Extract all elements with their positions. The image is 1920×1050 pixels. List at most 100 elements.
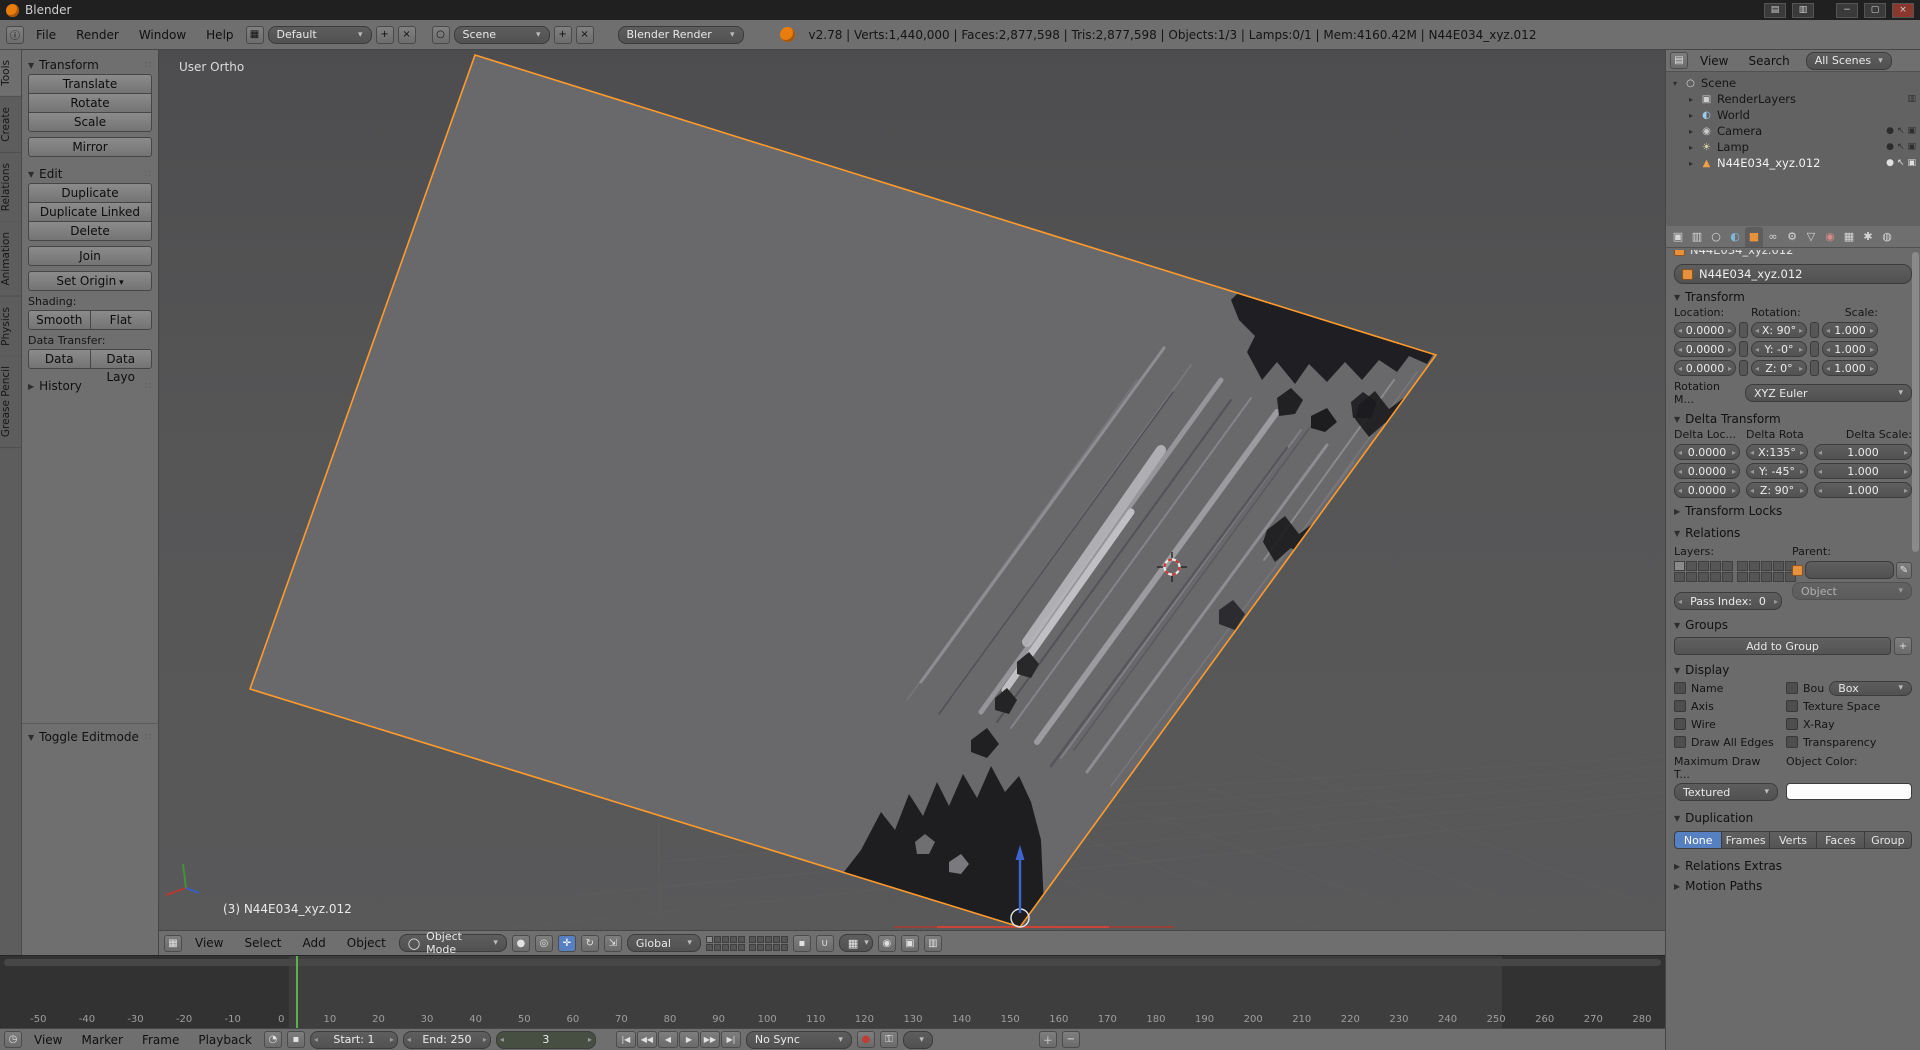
data-transfer-layout-button[interactable]: Data Layo bbox=[90, 349, 153, 369]
selectability-icon[interactable]: ↖ bbox=[1897, 158, 1905, 168]
insert-keyframe-icon[interactable]: ＋ bbox=[1039, 1031, 1057, 1048]
pivot-center-icon[interactable]: ◎ bbox=[535, 935, 553, 952]
current-frame-cursor[interactable] bbox=[296, 956, 298, 1028]
menu-render[interactable]: Render bbox=[68, 26, 127, 44]
scale-x-field[interactable]: 1.000 bbox=[1822, 322, 1878, 338]
current-frame-field[interactable]: 3 bbox=[496, 1031, 596, 1049]
tab-modifiers[interactable]: ⚙ bbox=[1783, 227, 1801, 247]
relations-panel-header[interactable]: Relations bbox=[1674, 524, 1912, 542]
expand-icon[interactable]: ▸ bbox=[1686, 143, 1696, 152]
delta-location-x-field[interactable]: 0.0000 bbox=[1674, 444, 1740, 460]
add-group-plus-icon[interactable]: + bbox=[1894, 637, 1912, 655]
tab-particles[interactable]: ✱ bbox=[1859, 227, 1877, 247]
menu-file[interactable]: File bbox=[28, 26, 64, 44]
duplication-verts-button[interactable]: Verts bbox=[1769, 831, 1817, 849]
tab-world[interactable]: ◐ bbox=[1726, 227, 1744, 247]
use-preview-range-icon[interactable]: ◔ bbox=[264, 1031, 282, 1048]
viewport-menu-select[interactable]: Select bbox=[236, 934, 289, 952]
tab-texture[interactable]: ▦ bbox=[1840, 227, 1858, 247]
outliner-item-camera[interactable]: ▸ ◉ Camera ●↖▣ bbox=[1670, 123, 1916, 139]
next-keyframe-button[interactable]: ▶▶ bbox=[700, 1031, 720, 1048]
tab-grease-pencil[interactable]: Grease Pencil bbox=[0, 356, 21, 448]
layers-group-1[interactable] bbox=[1674, 561, 1733, 582]
viewport-editor-icon[interactable]: ▦ bbox=[164, 935, 182, 952]
render-opengl-anim-icon[interactable]: ▥ bbox=[924, 935, 942, 952]
shade-flat-button[interactable]: Flat bbox=[90, 310, 153, 330]
render-engine-selector[interactable]: Blender Render bbox=[618, 26, 744, 44]
eyedropper-icon[interactable]: ✎ bbox=[1896, 562, 1912, 579]
layers-group-2[interactable] bbox=[749, 936, 788, 951]
timeline-menu-frame[interactable]: Frame bbox=[135, 1032, 186, 1048]
mode-selector[interactable]: ◯Object Mode bbox=[399, 934, 507, 952]
delete-keyframe-icon[interactable]: − bbox=[1062, 1031, 1080, 1048]
screen-layout-browse-icon[interactable]: ▦ bbox=[246, 26, 264, 44]
duplication-group-button[interactable]: Group bbox=[1864, 831, 1912, 849]
join-button[interactable]: Join bbox=[28, 246, 152, 266]
selectability-icon[interactable]: ↖ bbox=[1897, 126, 1905, 136]
delta-location-y-field[interactable]: 0.0000 bbox=[1674, 463, 1740, 479]
tab-object-data[interactable]: ▽ bbox=[1802, 227, 1820, 247]
rotation-z-field[interactable]: Z: 0° bbox=[1751, 360, 1807, 376]
panel-grip-icon[interactable]: ∷ bbox=[145, 60, 152, 71]
scale-z-field[interactable]: 1.000 bbox=[1822, 360, 1878, 376]
outliner-menu-search[interactable]: Search bbox=[1740, 52, 1797, 70]
frame-end-field[interactable]: End: 250 bbox=[403, 1031, 491, 1049]
lock-location-x-button[interactable] bbox=[1739, 322, 1748, 338]
workspace-icon-2[interactable]: ▥ bbox=[1792, 3, 1814, 18]
previous-keyframe-button[interactable]: ◀◀ bbox=[637, 1031, 657, 1048]
lock-location-z-button[interactable] bbox=[1739, 360, 1748, 376]
expand-icon[interactable]: ▾ bbox=[1670, 79, 1680, 88]
remove-scene-icon[interactable]: × bbox=[576, 26, 594, 44]
relations-extras-panel-header[interactable]: Relations Extras bbox=[1674, 857, 1912, 875]
play-button[interactable]: ▶ bbox=[679, 1031, 699, 1048]
snap-magnet-icon[interactable]: ∪ bbox=[816, 935, 834, 952]
shade-smooth-button[interactable]: Smooth bbox=[28, 310, 91, 330]
expand-icon[interactable]: ▸ bbox=[1686, 95, 1696, 104]
translate-button[interactable]: Translate bbox=[28, 74, 152, 94]
maximize-button[interactable]: ▢ bbox=[1864, 3, 1886, 18]
delta-scale-z-field[interactable]: 1.000 bbox=[1814, 482, 1912, 498]
expand-icon[interactable]: ▸ bbox=[1686, 111, 1696, 120]
workspace-icon[interactable]: ▤ bbox=[1764, 3, 1786, 18]
outliner-menu-view[interactable]: View bbox=[1692, 52, 1736, 70]
tab-relations[interactable]: Relations bbox=[0, 153, 21, 222]
close-button[interactable]: × bbox=[1892, 3, 1914, 18]
scale-button[interactable]: Scale bbox=[28, 112, 152, 132]
delete-button[interactable]: Delete bbox=[28, 221, 152, 241]
panel-grip-icon[interactable]: ∷ bbox=[145, 732, 152, 743]
tab-constraints[interactable]: ∞ bbox=[1764, 227, 1782, 247]
toggle-editmode-header[interactable]: Toggle Editmode∷ bbox=[28, 728, 152, 746]
outliner-display-mode[interactable]: All Scenes bbox=[1806, 52, 1892, 70]
remove-layout-icon[interactable]: × bbox=[398, 26, 416, 44]
renderability-icon[interactable]: ▣ bbox=[1907, 158, 1916, 168]
minimize-button[interactable]: − bbox=[1836, 3, 1858, 18]
duplication-faces-button[interactable]: Faces bbox=[1816, 831, 1864, 849]
screen-layout-selector[interactable]: Default bbox=[268, 26, 372, 44]
lock-time-icon[interactable]: ▪ bbox=[287, 1031, 305, 1048]
parent-type-selector[interactable]: Object bbox=[1792, 582, 1912, 600]
lock-location-y-button[interactable] bbox=[1739, 341, 1748, 357]
mirror-button[interactable]: Mirror bbox=[28, 137, 152, 157]
display-name-check[interactable]: Name bbox=[1674, 679, 1778, 697]
expand-icon[interactable]: ▸ bbox=[1686, 159, 1696, 168]
timeline-menu-view[interactable]: View bbox=[27, 1032, 69, 1048]
keying-set-selector[interactable] bbox=[903, 1031, 933, 1049]
bounds-type-selector[interactable]: Box bbox=[1829, 681, 1912, 696]
scene-browse-icon[interactable]: ○ bbox=[432, 26, 450, 44]
timeline-menu-playback[interactable]: Playback bbox=[191, 1032, 259, 1048]
display-draw-all-edges-check[interactable]: Draw All Edges bbox=[1674, 733, 1778, 751]
visibility-icon[interactable]: ● bbox=[1886, 142, 1894, 152]
set-origin-menu[interactable]: Set Origin bbox=[28, 271, 152, 291]
properties-scrollbar[interactable] bbox=[1912, 252, 1919, 552]
lock-camera-icon[interactable]: ▪ bbox=[793, 935, 811, 952]
duplicate-button[interactable]: Duplicate bbox=[28, 183, 152, 203]
lock-rotation-y-button[interactable] bbox=[1810, 341, 1819, 357]
info-editor-icon[interactable]: ⓘ bbox=[6, 26, 24, 44]
pass-index-field[interactable]: Pass Index: 0 bbox=[1674, 592, 1782, 610]
selectability-icon[interactable]: ↖ bbox=[1897, 142, 1905, 152]
expand-icon[interactable]: ▸ bbox=[1686, 127, 1696, 136]
menu-help[interactable]: Help bbox=[198, 26, 241, 44]
viewport-menu-view[interactable]: View bbox=[187, 934, 231, 952]
render-opengl-icon[interactable]: ▣ bbox=[901, 935, 919, 952]
delta-rotation-y-field[interactable]: Y: -45° bbox=[1746, 463, 1808, 479]
